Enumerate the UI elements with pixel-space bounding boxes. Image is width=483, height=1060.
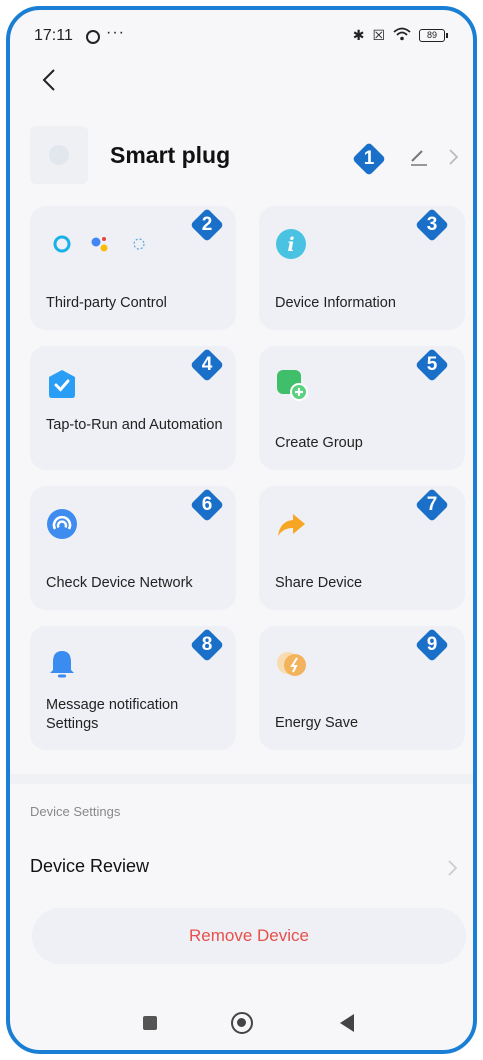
device-header[interactable]: Smart plug 1 <box>10 122 473 192</box>
edit-icon[interactable] <box>408 146 430 168</box>
card-tap-to-run[interactable]: Tap-to-Run and Automation 4 <box>30 346 236 470</box>
step-badge: 2 <box>190 208 224 242</box>
status-bar: 17:11 ··· ✱ ☒ 89 <box>10 10 473 60</box>
automation-check-icon <box>46 368 78 400</box>
phone-frame: 17:11 ··· ✱ ☒ 89 Smart plug 1 Third-part… <box>6 6 477 1054</box>
card-third-party-control[interactable]: Third-party Control 2 <box>30 206 236 330</box>
card-message-notification[interactable]: Message notification Settings 8 <box>30 626 236 750</box>
step-badge: 6 <box>190 488 224 522</box>
more-dots: ··· <box>106 24 125 41</box>
device-name: Smart plug <box>110 142 231 168</box>
chevron-right-icon[interactable] <box>446 146 462 168</box>
step-badge: 1 <box>352 142 386 176</box>
card-energy-save[interactable]: Energy Save 9 <box>259 626 465 750</box>
battery-icon: 89 <box>419 29 448 42</box>
back-icon[interactable] <box>36 65 66 95</box>
step-badge: 5 <box>415 348 449 382</box>
step-badge: 4 <box>190 348 224 382</box>
device-review-item[interactable]: Device Review <box>30 856 149 877</box>
card-label: Device Information <box>275 295 396 311</box>
card-check-network[interactable]: Check Device Network 6 <box>30 486 236 610</box>
step-badge: 3 <box>415 208 449 242</box>
home-icon[interactable] <box>231 1012 253 1034</box>
bell-icon <box>46 648 78 680</box>
section-divider <box>10 774 473 784</box>
device-thumbnail <box>30 126 88 184</box>
ring-icon <box>86 30 100 44</box>
network-icon <box>46 508 78 540</box>
step-badge: 7 <box>415 488 449 522</box>
card-label: Tap-to-Run and Automation <box>46 417 223 433</box>
alexa-google-smartthings-icon <box>46 228 156 260</box>
card-share-device[interactable]: Share Device 7 <box>259 486 465 610</box>
recents-icon[interactable] <box>143 1016 157 1030</box>
wifi-icon <box>393 27 411 44</box>
card-label: Check Device Network <box>46 575 193 591</box>
card-label: Message notification Settings <box>46 697 179 732</box>
status-time: 17:11 <box>34 27 73 44</box>
chevron-right-icon[interactable] <box>446 858 460 878</box>
step-badge: 9 <box>415 628 449 662</box>
card-create-group[interactable]: Create Group 5 <box>259 346 465 470</box>
card-label: Third-party Control <box>46 295 167 311</box>
energy-icon <box>275 648 307 680</box>
svg-text:i: i <box>287 234 294 256</box>
card-label: Share Device <box>275 575 363 591</box>
bluetooth-icon: ✱ <box>352 27 365 43</box>
card-label: Energy Save <box>275 715 359 731</box>
section-label: Device Settings <box>30 804 121 819</box>
nav-back-icon[interactable] <box>340 1014 354 1032</box>
system-nav-bar <box>10 1000 473 1050</box>
remove-device-button[interactable]: Remove Device <box>32 908 466 964</box>
sim-off-icon: ☒ <box>372 27 385 43</box>
step-badge: 8 <box>190 628 224 662</box>
create-group-icon <box>275 368 308 401</box>
share-arrow-icon <box>275 508 307 540</box>
info-icon: i <box>275 228 307 260</box>
card-label: Create Group <box>275 435 363 451</box>
card-device-information[interactable]: i Device Information 3 <box>259 206 465 330</box>
